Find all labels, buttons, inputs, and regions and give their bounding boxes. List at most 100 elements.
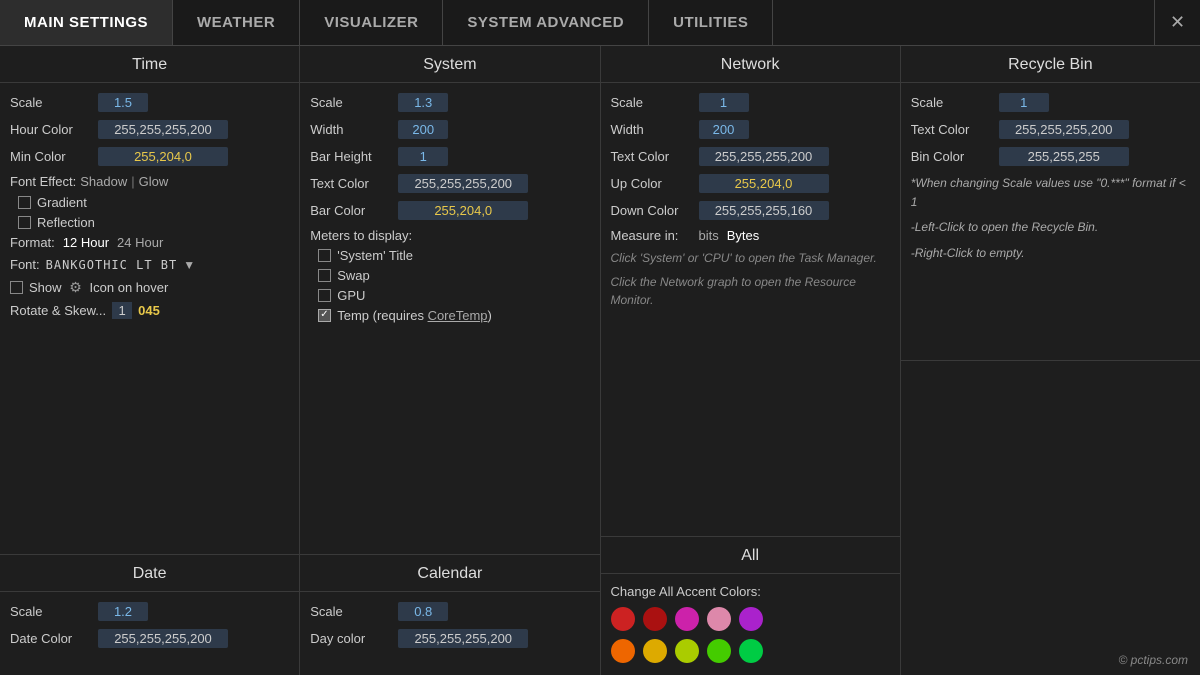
date-title: Date xyxy=(0,555,299,592)
meter-system-checkbox[interactable] xyxy=(318,249,331,262)
network-downcolor-row: Down Color 255,255,255,160 xyxy=(611,201,890,220)
network-downcolor-label: Down Color xyxy=(611,203,691,218)
tab-weather[interactable]: WEATHER xyxy=(173,0,300,45)
recycle-textcolor-value[interactable]: 255,255,255,200 xyxy=(999,120,1129,139)
meter-temp-row: Temp (requires CoreTemp) xyxy=(310,308,589,323)
system-body: Scale 1.3 Width 200 Bar Height 1 Text Co… xyxy=(300,89,599,554)
date-section: Date Scale 1.2 Date Color 255,255,255,20… xyxy=(0,555,299,675)
accent-circle-red1[interactable] xyxy=(611,607,635,631)
accent-circle-lightpink[interactable] xyxy=(707,607,731,631)
meter-swap-checkbox[interactable] xyxy=(318,269,331,282)
meter-gpu-label: GPU xyxy=(337,288,365,303)
recycle-textcolor-label: Text Color xyxy=(911,122,991,137)
recycle-note2: -Left-Click to open the Recycle Bin. xyxy=(911,218,1190,237)
network-textcolor-value[interactable]: 255,255,255,200 xyxy=(699,147,829,166)
calendar-daycolor-value[interactable]: 255,255,255,200 xyxy=(398,629,528,648)
tab-visualizer[interactable]: VISUALIZER xyxy=(300,0,443,45)
network-width-value[interactable]: 200 xyxy=(699,120,749,139)
calendar-daycolor-label: Day color xyxy=(310,631,390,646)
accent-circle-teal[interactable] xyxy=(739,639,763,663)
recycle-note1: *When changing Scale values use "0.***" … xyxy=(911,174,1190,212)
system-textcolor-value[interactable]: 255,255,255,200 xyxy=(398,174,528,193)
recycle-bincolor-label: Bin Color xyxy=(911,149,991,164)
main-content: Time Scale 1.5 Hour Color 255,255,255,20… xyxy=(0,46,1200,675)
system-barcolor-value[interactable]: 255,204,0 xyxy=(398,201,528,220)
time-title: Time xyxy=(0,46,299,83)
calendar-daycolor-row: Day color 255,255,255,200 xyxy=(310,629,589,648)
recycle-scale-value[interactable]: 1 xyxy=(999,93,1049,112)
date-color-value[interactable]: 255,255,255,200 xyxy=(98,629,228,648)
recycle-textcolor-row: Text Color 255,255,255,200 xyxy=(911,120,1190,139)
accent-circle-purple[interactable] xyxy=(739,607,763,631)
time-scale-label: Scale xyxy=(10,95,90,110)
accent-circle-green[interactable] xyxy=(707,639,731,663)
show-icon-checkbox[interactable] xyxy=(10,281,23,294)
network-downcolor-value[interactable]: 255,255,255,160 xyxy=(699,201,829,220)
min-color-value[interactable]: 255,204,0 xyxy=(98,147,228,166)
font-glow-option[interactable]: Glow xyxy=(139,174,169,189)
recycle-scale-row: Scale 1 xyxy=(911,93,1190,112)
meter-gpu-checkbox[interactable] xyxy=(318,289,331,302)
reflection-label: Reflection xyxy=(37,215,95,230)
rotate-value[interactable]: 1 xyxy=(112,302,132,319)
calendar-scale-value[interactable]: 0.8 xyxy=(398,602,448,621)
system-width-value[interactable]: 200 xyxy=(398,120,448,139)
accent-circle-pink[interactable] xyxy=(675,607,699,631)
recycle-bincolor-row: Bin Color 255,255,255 xyxy=(911,147,1190,166)
recycle-bincolor-value[interactable]: 255,255,255 xyxy=(999,147,1129,166)
rotate-label: Rotate & Skew... xyxy=(10,303,106,318)
gradient-row: Gradient xyxy=(10,195,289,210)
hour-color-label: Hour Color xyxy=(10,122,90,137)
format-12-option[interactable]: 12 Hour xyxy=(63,235,109,250)
recycle-section: Recycle Bin Scale 1 Text Color 255,255,2… xyxy=(901,46,1200,675)
measure-label: Measure in: xyxy=(611,228,691,243)
system-barheight-label: Bar Height xyxy=(310,149,390,164)
recycle-body: Scale 1 Text Color 255,255,255,200 Bin C… xyxy=(901,89,1200,360)
system-scale-row: Scale 1.3 xyxy=(310,93,589,112)
recycle-title: Recycle Bin xyxy=(901,46,1200,83)
network-textcolor-label: Text Color xyxy=(611,149,691,164)
tab-main-settings[interactable]: MAIN SETTINGS xyxy=(0,0,173,45)
gradient-label: Gradient xyxy=(37,195,87,210)
date-color-row: Date Color 255,255,255,200 xyxy=(10,629,289,648)
format-24-option[interactable]: 24 Hour xyxy=(117,235,163,250)
reflection-checkbox[interactable] xyxy=(18,216,31,229)
font-name-display: BankGothic Lt BT xyxy=(46,258,178,272)
network-info2: Click the Network graph to open the Reso… xyxy=(611,273,890,309)
system-scale-label: Scale xyxy=(310,95,390,110)
coretemp-link[interactable]: CoreTemp xyxy=(428,308,488,323)
network-scale-value[interactable]: 1 xyxy=(699,93,749,112)
time-scale-value[interactable]: 1.5 xyxy=(98,93,148,112)
all-title: All xyxy=(601,537,900,574)
close-button[interactable]: ✕ xyxy=(1154,0,1200,45)
network-upcolor-value[interactable]: 255,204,0 xyxy=(699,174,829,193)
all-body: Change All Accent Colors: xyxy=(601,580,900,675)
font-dropdown-arrow[interactable]: ▼ xyxy=(183,258,195,272)
network-body: Scale 1 Width 200 Text Color 255,255,255… xyxy=(601,89,900,536)
accent-circle-yellow[interactable] xyxy=(643,639,667,663)
measure-bits[interactable]: bits xyxy=(699,228,719,243)
font-effect-row: Font Effect: Shadow | Glow xyxy=(10,174,289,189)
system-textcolor-row: Text Color 255,255,255,200 xyxy=(310,174,589,193)
network-upcolor-label: Up Color xyxy=(611,176,691,191)
font-shadow-option[interactable]: Shadow xyxy=(80,174,127,189)
accent-circle-lime[interactable] xyxy=(675,639,699,663)
network-top: Network Scale 1 Width 200 Text Color 255… xyxy=(601,46,900,537)
tab-utilities[interactable]: UTILITIES xyxy=(649,0,773,45)
hour-color-value[interactable]: 255,255,255,200 xyxy=(98,120,228,139)
font-row: Font: BankGothic Lt BT ▼ xyxy=(10,257,289,272)
meter-swap-row: Swap xyxy=(310,268,589,283)
measure-row: Measure in: bits Bytes xyxy=(611,228,890,243)
accent-circle-orange[interactable] xyxy=(611,639,635,663)
gradient-checkbox[interactable] xyxy=(18,196,31,209)
system-barcolor-label: Bar Color xyxy=(310,203,390,218)
network-title: Network xyxy=(601,46,900,83)
measure-bytes[interactable]: Bytes xyxy=(727,228,760,243)
meter-temp-checkbox[interactable] xyxy=(318,309,331,322)
tab-system-advanced[interactable]: SYSTEM ADVANCED xyxy=(443,0,649,45)
date-color-label: Date Color xyxy=(10,631,90,646)
system-scale-value[interactable]: 1.3 xyxy=(398,93,448,112)
system-barheight-value[interactable]: 1 xyxy=(398,147,448,166)
accent-circle-red2[interactable] xyxy=(643,607,667,631)
date-scale-value[interactable]: 1.2 xyxy=(98,602,148,621)
